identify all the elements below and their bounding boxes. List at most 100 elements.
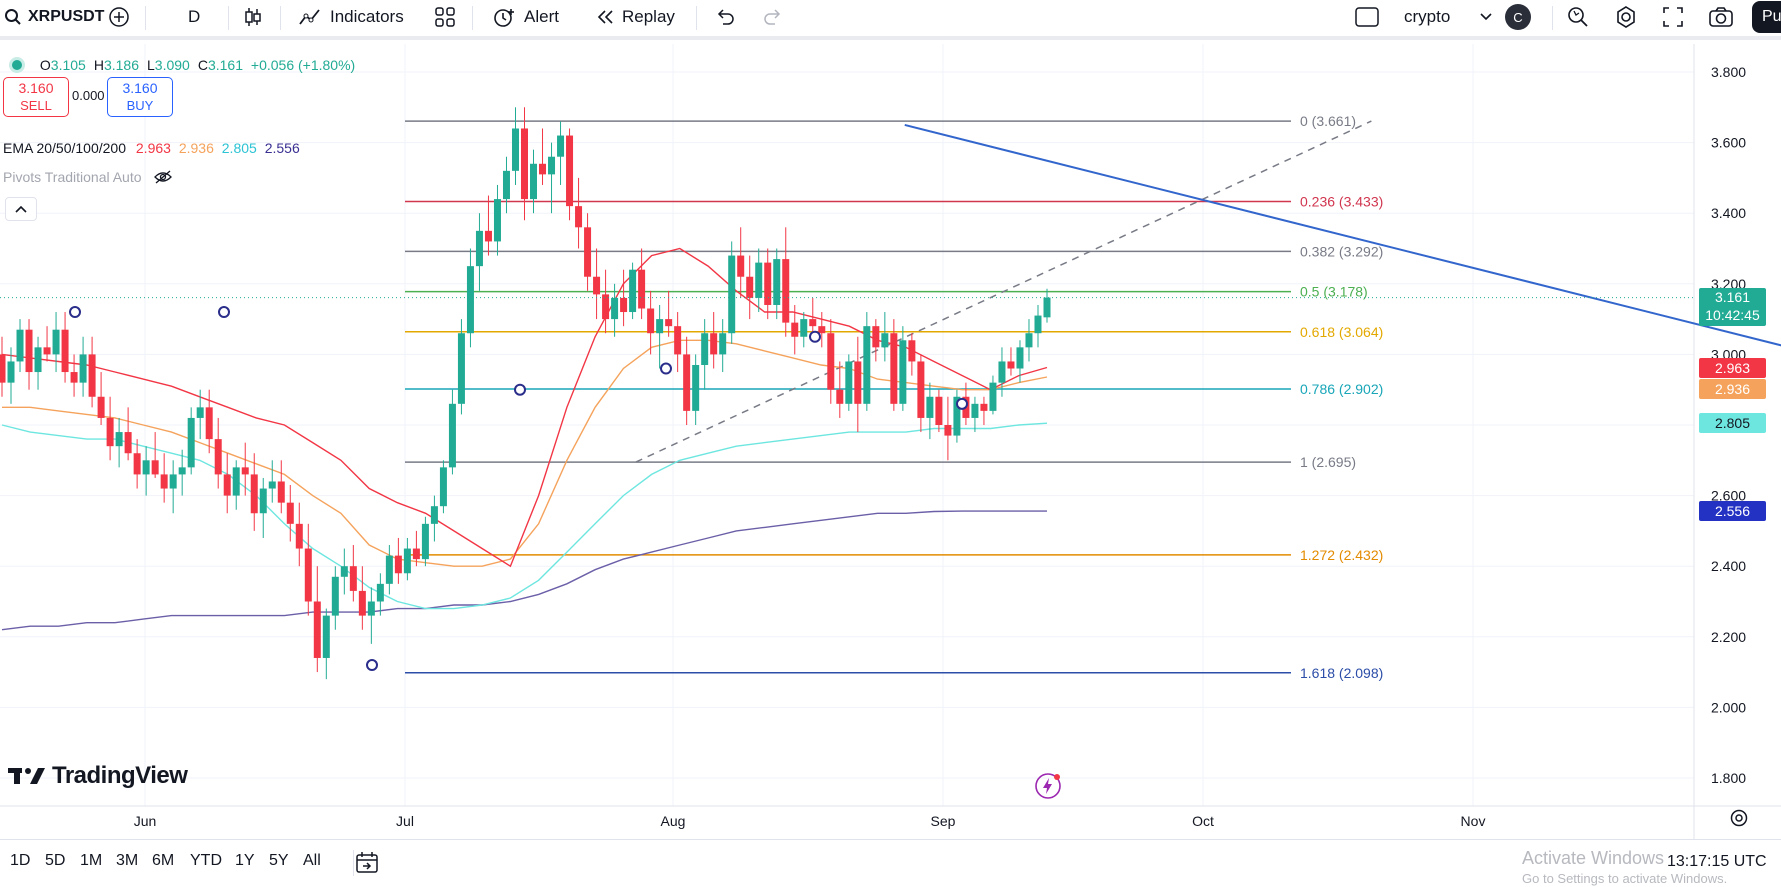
fullscreen-button[interactable] <box>1662 0 1684 34</box>
fullscreen-layout-button[interactable] <box>1354 0 1380 34</box>
range-tab-5y[interactable]: 5Y <box>269 852 289 870</box>
last-price-tag: 3.161 10:42:45 <box>1699 288 1766 326</box>
candle-body <box>142 460 150 475</box>
spread-value: 0.000 <box>72 88 105 103</box>
watchlist-dropdown[interactable]: crypto <box>1404 0 1492 34</box>
tradingview-logo[interactable]: TradingView <box>8 762 188 790</box>
alert-button[interactable]: Alert <box>492 0 559 34</box>
bottom-toolbar: 1D 5D 1M 3M 6M YTD 1Y 5Y All Activate Windows Go… <box>0 839 1781 887</box>
toolbar-divider <box>696 6 697 30</box>
candle-body <box>286 502 294 524</box>
replay-button[interactable]: Replay <box>594 0 675 34</box>
fib-level-label: 0.786 (2.902) <box>1300 381 1383 397</box>
candle-body <box>944 425 952 436</box>
sell-button[interactable]: 3.160 SELL <box>3 77 69 117</box>
candle-body <box>665 319 673 327</box>
compare-button[interactable] <box>108 0 130 34</box>
interval-button[interactable]: D <box>188 0 200 34</box>
candle-body <box>692 364 700 411</box>
candle-body <box>728 255 736 334</box>
time-tick-label: Nov <box>1461 813 1486 829</box>
candle-body <box>115 432 123 447</box>
candle-body <box>872 326 880 348</box>
price-tick-label: 2.000 <box>1711 699 1746 715</box>
chart-settings-button[interactable] <box>1729 808 1749 833</box>
candle-body <box>448 403 456 468</box>
publish-button[interactable]: Pu <box>1752 1 1781 33</box>
rewind-icon <box>597 10 613 24</box>
range-tab-1y[interactable]: 1Y <box>235 852 255 870</box>
candle-body <box>854 361 862 404</box>
symbol-search[interactable]: XRPUSDT <box>4 0 104 34</box>
lightning-button[interactable] <box>1034 772 1062 805</box>
buy-button[interactable]: 3.160 BUY <box>107 77 173 117</box>
price-chart[interactable]: 0 (3.661) 0.236 (3.433) 0.382 (3.292) 0.5 (… <box>0 44 1781 839</box>
brand-name: TradingView <box>52 762 188 789</box>
candle-body <box>899 340 907 404</box>
candle-body <box>980 403 988 411</box>
ema100-price-tag: 2.805 <box>1699 413 1766 433</box>
candle-body <box>277 481 285 503</box>
candle-body <box>61 329 69 373</box>
tradingview-logo-icon <box>8 768 45 784</box>
toolbar-divider <box>472 6 473 30</box>
settings-button[interactable] <box>1614 0 1638 34</box>
pivots-legend[interactable]: Pivots Traditional Auto <box>3 169 173 185</box>
candle-body <box>394 555 402 574</box>
utc-clock[interactable]: 13:17:15 UTC <box>1665 853 1769 871</box>
candle-body <box>439 467 447 507</box>
candle-body <box>493 199 501 242</box>
ema200-line <box>1 510 1047 631</box>
range-tab-ytd[interactable]: YTD <box>190 852 222 870</box>
ema-lines <box>1 247 1048 631</box>
time-tick-label: Oct <box>1192 813 1214 829</box>
range-tab-5d[interactable]: 5D <box>45 852 65 870</box>
chart-type-button[interactable] <box>242 0 264 34</box>
range-tab-1m[interactable]: 1M <box>80 852 102 870</box>
ema-legend[interactable]: EMA 20/50/100/200 2.963 2.936 2.805 2.55… <box>3 140 300 156</box>
ohlc-key: C <box>197 57 208 73</box>
candle-body <box>187 417 195 468</box>
candle-body <box>566 135 574 207</box>
candle-body <box>602 294 610 320</box>
collapse-legend-button[interactable] <box>5 197 37 221</box>
candle-body <box>584 227 592 277</box>
eye-off-icon[interactable] <box>153 169 173 185</box>
range-tab-6m[interactable]: 6M <box>152 852 174 870</box>
ema100-value: 2.805 <box>221 140 257 156</box>
candle-body <box>917 361 925 418</box>
change-value: +0.056 (+1.80%) <box>250 57 356 73</box>
user-avatar[interactable]: C <box>1505 0 1531 34</box>
snapshot-button[interactable] <box>1708 0 1734 34</box>
quick-search-button[interactable] <box>1566 0 1590 34</box>
candle-body <box>755 262 763 298</box>
lightning-icon <box>1035 773 1061 799</box>
layouts-button[interactable] <box>434 0 456 34</box>
undo-button[interactable] <box>714 0 736 34</box>
candle-body <box>367 601 375 616</box>
candle-body <box>124 432 132 454</box>
candle-body <box>800 319 808 337</box>
event-marker <box>809 330 821 343</box>
event-marker <box>514 383 526 396</box>
candle-body <box>322 615 330 658</box>
candle-body <box>484 230 492 242</box>
ema100-line <box>1 422 1048 610</box>
candle-body <box>457 333 465 404</box>
event-marker <box>660 362 672 375</box>
go-to-date-button[interactable] <box>354 851 380 880</box>
range-tab-1d[interactable]: 1D <box>10 852 30 870</box>
ema50-price-tag: 2.936 <box>1699 379 1766 399</box>
indicators-icon <box>299 9 320 25</box>
indicators-button[interactable]: Indicators <box>298 0 404 34</box>
price-tick-label: 3.400 <box>1711 205 1746 221</box>
range-tab-3m[interactable]: 3M <box>116 852 138 870</box>
fib-level-label: 0.5 (3.178) <box>1300 284 1368 300</box>
redo-button[interactable] <box>762 0 784 34</box>
candle-body <box>1025 333 1033 348</box>
fib-level-label: 0.382 (3.292) <box>1300 243 1383 259</box>
ema20-value: 2.963 <box>135 140 171 156</box>
range-tab-all[interactable]: All <box>303 852 321 870</box>
indicators-label: Indicators <box>330 7 404 26</box>
candle-body <box>7 361 15 383</box>
